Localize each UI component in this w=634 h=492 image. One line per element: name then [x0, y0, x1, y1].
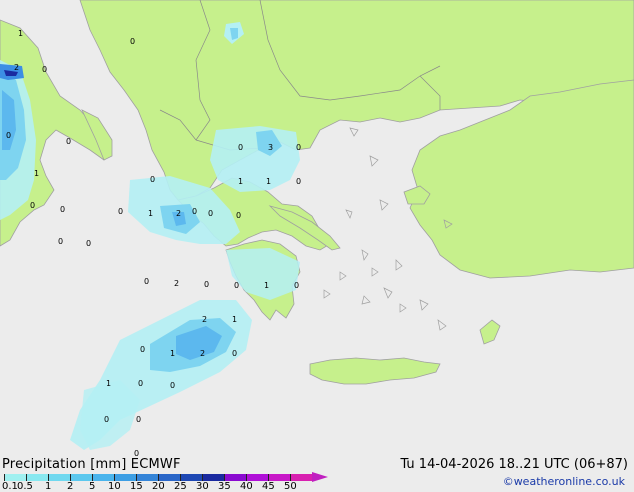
- precip-value: 0: [130, 37, 135, 46]
- precip-value: 1: [264, 281, 269, 290]
- color-scale-segment: [70, 474, 92, 481]
- precip-value: 1: [238, 177, 243, 186]
- color-scale-segment: [180, 474, 202, 481]
- color-scale-segment: [114, 474, 136, 481]
- precip-value: 1: [232, 315, 237, 324]
- map-title: Precipitation [mm] ECMWF: [2, 457, 181, 472]
- precip-value: 2: [202, 315, 207, 324]
- precip-value: 0: [238, 143, 243, 152]
- precip-value: 0: [232, 349, 237, 358]
- precip-value: 2: [174, 279, 179, 288]
- precip-value: 0: [66, 137, 71, 146]
- color-scale-tick: 2: [67, 481, 74, 492]
- color-scale-tick: 45: [262, 481, 275, 492]
- color-scale-segment: [26, 474, 48, 481]
- color-scale-segment: [290, 474, 312, 481]
- color-scale-tick: 30: [196, 481, 209, 492]
- color-scale-tick: 15: [130, 481, 143, 492]
- precip-value: 1: [106, 379, 111, 388]
- precip-value: 0: [296, 177, 301, 186]
- color-scale-segment: [246, 474, 268, 481]
- color-scale-tick: 50: [284, 481, 297, 492]
- forecast-datetime: Tu 14-04-2026 18..21 UTC (06+87): [400, 457, 628, 472]
- precip-value: 0: [140, 345, 145, 354]
- precip-value: 0: [136, 415, 141, 424]
- precip-value: 0: [60, 205, 65, 214]
- color-scale-segment: [92, 474, 114, 481]
- color-scale-segment: [4, 474, 26, 481]
- color-scale-segment: [268, 474, 290, 481]
- color-scale-tick: 0.1: [2, 481, 18, 492]
- color-scale-tick: 25: [174, 481, 187, 492]
- color-scale-tick: 1: [45, 481, 52, 492]
- precip-value: 0: [118, 207, 123, 216]
- precip-value: 0: [104, 415, 109, 424]
- weather-map: 1 0 2 0 0 0 1 0 0 0 0 0 2 1 0 0 0 0 1 1 …: [0, 0, 634, 490]
- precip-value: 1: [18, 29, 23, 38]
- precip-value: 0: [30, 201, 35, 210]
- precip-value: 0: [150, 175, 155, 184]
- color-scale: [4, 474, 312, 481]
- precip-value: 1: [148, 209, 153, 218]
- precip-value: 0: [204, 280, 209, 289]
- color-scale-tick: 0.5: [17, 481, 33, 492]
- precip-value: 0: [208, 209, 213, 218]
- precip-value: 0: [58, 237, 63, 246]
- color-scale-tick: 10: [108, 481, 121, 492]
- color-scale-tick: 35: [218, 481, 231, 492]
- precip-value: 0: [42, 65, 47, 74]
- precip-value: 1: [34, 169, 39, 178]
- precip-value: 0: [296, 143, 301, 152]
- color-scale-arrow: [312, 472, 328, 482]
- color-scale-tick: 20: [152, 481, 165, 492]
- color-scale-segment: [202, 474, 224, 481]
- precip-value: 2: [14, 63, 19, 72]
- color-scale-segment: [224, 474, 246, 481]
- precip-value: 1: [266, 177, 271, 186]
- precip-value: 0: [234, 281, 239, 290]
- color-scale-segment: [136, 474, 158, 481]
- color-scale-segment: [158, 474, 180, 481]
- precip-value: 0: [236, 211, 241, 220]
- precip-value: 0: [6, 131, 11, 140]
- precip-value: 0: [86, 239, 91, 248]
- precip-value: 0: [138, 379, 143, 388]
- precip-value: 0: [170, 381, 175, 390]
- precip-value: 0: [192, 207, 197, 216]
- precip-value: 0: [144, 277, 149, 286]
- precip-value: 1: [170, 349, 175, 358]
- precip-value: 0: [294, 281, 299, 290]
- color-scale-tick: 5: [89, 481, 96, 492]
- color-scale-tick: 40: [240, 481, 253, 492]
- credit-link[interactable]: ©weatheronline.co.uk: [503, 475, 625, 488]
- color-scale-segment: [48, 474, 70, 481]
- precip-value: 2: [200, 349, 205, 358]
- precip-value: 3: [268, 143, 273, 152]
- precip-value: 2: [176, 209, 181, 218]
